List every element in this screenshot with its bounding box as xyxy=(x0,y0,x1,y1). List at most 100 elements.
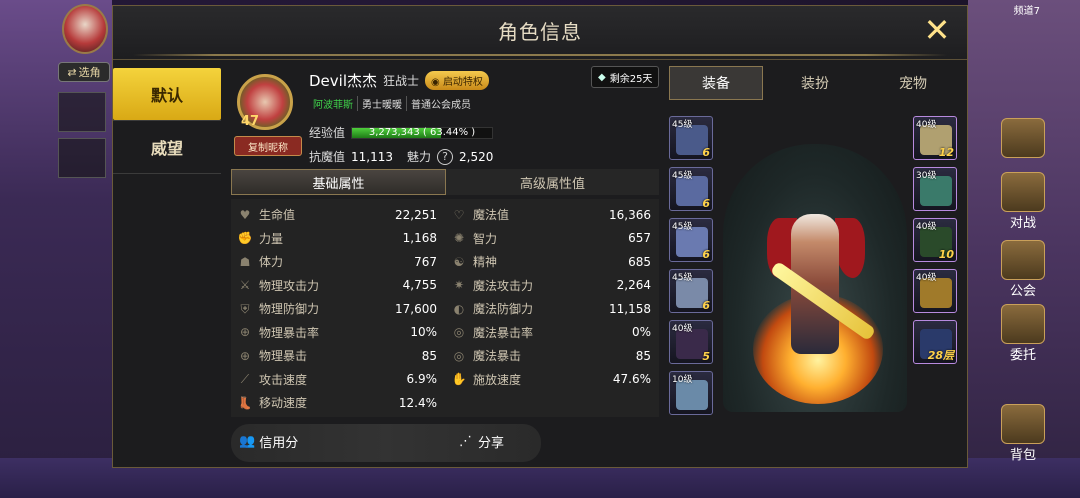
select-role-button[interactable]: ⇄ 选角 xyxy=(58,62,110,82)
attribute-row: ⊕ 物理暴击 85 xyxy=(231,344,445,368)
slot-count: 6 xyxy=(702,248,710,261)
attribute-label: 魔法值 xyxy=(473,208,510,223)
attribute-value: 17,600 xyxy=(395,301,437,316)
battle-label: 对战 xyxy=(1009,216,1036,231)
sword-icon: ⚔ xyxy=(239,278,251,293)
hud-item-guild[interactable]: 公会 xyxy=(998,240,1048,299)
equipment-tabs: 装备 装扮 宠物 xyxy=(669,66,959,100)
wing-right xyxy=(835,218,865,278)
player-avatar[interactable] xyxy=(62,4,108,54)
slot-count: 6 xyxy=(702,299,710,312)
equipment-slot-left[interactable]: 10级 xyxy=(669,371,713,415)
hud-item-battle[interactable]: 对战 xyxy=(998,172,1048,231)
attribute-label: 魔法攻击力 xyxy=(473,278,534,293)
guild-icon xyxy=(1001,240,1045,280)
hud-item-bag[interactable]: 背包 xyxy=(998,404,1048,463)
attribute-column-left: ♥ 生命值 22,251 ✊ 力量 1,168 ☗ 体力 767 ⚔ 物理攻击力 4,755 ⛨ 物理防御… xyxy=(231,203,445,415)
attribute-value: 4,755 xyxy=(402,278,437,293)
share-icon: ⋰ xyxy=(459,434,472,449)
tab-basic-attributes[interactable]: 基础属性 xyxy=(231,169,446,195)
slot-level: 40级 xyxy=(916,120,937,130)
attribute-row: ⟋ 攻击速度 6.9% xyxy=(231,368,445,392)
nav-item-default[interactable]: 默认 xyxy=(113,68,221,120)
resist-label: 抗魔值 xyxy=(309,150,346,164)
close-button[interactable]: ✕ xyxy=(919,12,955,48)
character-name: Devil杰杰 xyxy=(309,72,377,90)
shield-icon: ⛨ xyxy=(240,301,250,316)
equipment-slot-right[interactable]: 40级 10 xyxy=(913,218,957,262)
slot-count: 12 xyxy=(938,146,954,159)
attribute-row: ✋ 施放速度 47.6% xyxy=(445,368,659,392)
tab-outfit[interactable]: 装扮 xyxy=(769,66,861,100)
equipment-slot-left[interactable]: 40级 5 xyxy=(669,320,713,364)
tab-advanced-attributes[interactable]: 高级属性值 xyxy=(446,169,659,195)
charm-label: 魅力 xyxy=(407,150,432,164)
hud-item-deco[interactable] xyxy=(998,118,1048,158)
attribute-value: 10% xyxy=(410,325,437,340)
help-icon[interactable]: ? xyxy=(437,148,454,165)
equipment-slot-right[interactable]: 28层 xyxy=(913,320,957,364)
people-icon: 👥 xyxy=(239,434,256,449)
slot-level: 10级 xyxy=(672,375,693,385)
attribute-value: 6.9% xyxy=(406,372,438,387)
attribute-row: ☯ 精神 685 xyxy=(445,250,659,274)
copy-nickname-button[interactable]: 复制昵称 xyxy=(234,136,302,156)
attribute-label: 生命值 xyxy=(259,208,296,223)
character-model-stage[interactable] xyxy=(723,144,907,412)
attribute-row: 👢 移动速度 12.4% xyxy=(231,391,445,415)
header-divider xyxy=(133,54,947,56)
tags-row: 阿波菲斯 勇士暖暖 普通公会成员 xyxy=(309,96,475,111)
guild-role-tag: 普通公会成员 xyxy=(411,100,471,111)
team-member-slot[interactable] xyxy=(58,138,106,178)
team-member-slot[interactable] xyxy=(58,92,106,132)
remaining-days-badge[interactable]: ◆ 剩余25天 xyxy=(591,66,660,88)
attribute-label: 施放速度 xyxy=(473,372,522,387)
tab-pet[interactable]: 宠物 xyxy=(867,66,959,100)
boot-icon: 👢 xyxy=(237,395,253,410)
attribute-value: 22,251 xyxy=(395,207,437,222)
select-role-label: 选角 xyxy=(78,66,101,79)
equipment-slot-right[interactable]: 30级 xyxy=(913,167,957,211)
attribute-row: ◐ 魔法防御力 11,158 xyxy=(445,297,659,321)
equipment-slot-left[interactable]: 45级 6 xyxy=(669,218,713,262)
slot-level: 40级 xyxy=(672,324,693,334)
attribute-label: 魔法防御力 xyxy=(473,302,534,317)
equipment-slot-left[interactable]: 45级 6 xyxy=(669,116,713,160)
slot-level: 40级 xyxy=(916,222,937,232)
hud-item-commission[interactable]: 委托 xyxy=(998,304,1048,363)
guild-label: 公会 xyxy=(1009,284,1036,299)
nav-item-prestige[interactable]: 威望 xyxy=(113,121,221,173)
equipment-slot-right[interactable]: 40级 12 xyxy=(913,116,957,160)
close-icon: ✕ xyxy=(923,11,951,49)
credit-score-button[interactable]: 👥 信用分 xyxy=(239,432,298,451)
share-button[interactable]: ⋰ 分享 xyxy=(459,432,504,451)
charm-value: 2,520 xyxy=(459,149,494,164)
attribute-label: 物理防御力 xyxy=(259,302,320,317)
arm-icon: ✊ xyxy=(237,231,253,246)
crossed-swords-icon xyxy=(1001,172,1045,212)
attribute-row: ☗ 体力 767 xyxy=(231,250,445,274)
attribute-row: ✷ 魔法攻击力 2,264 xyxy=(445,274,659,298)
attribute-row: ⊕ 物理暴击率 10% xyxy=(231,321,445,345)
slot-level: 45级 xyxy=(672,171,693,181)
exp-row: 经验值 3,273,343 ( 63.44% ) xyxy=(309,124,494,141)
equipment-slot-right[interactable]: 40级 xyxy=(913,269,957,313)
attribute-value: 16,366 xyxy=(609,207,651,222)
attribute-value: 1,168 xyxy=(402,231,437,246)
target-icon: ◎ xyxy=(453,348,465,363)
equipment-slot-left[interactable]: 45级 6 xyxy=(669,167,713,211)
stat-row: 抗魔值 11,113 魅力 ? 2,520 xyxy=(309,148,501,165)
attribute-row: ◎ 魔法暴击率 0% xyxy=(445,321,659,345)
tab-equipment[interactable]: 装备 xyxy=(669,66,763,100)
heart-outline-icon: ♡ xyxy=(453,207,465,222)
attribute-value: 685 xyxy=(628,254,651,269)
nav-item-label: 威望 xyxy=(150,139,183,158)
equipment-slot-left[interactable]: 45级 6 xyxy=(669,269,713,313)
slot-level: 45级 xyxy=(672,222,693,232)
attribute-grid: ♥ 生命值 22,251 ✊ 力量 1,168 ☗ 体力 767 ⚔ 物理攻击力 4,755 ⛨ 物理防御… xyxy=(231,199,659,417)
exp-label: 经验值 xyxy=(309,126,346,140)
privilege-button[interactable]: ◉ 启动特权 xyxy=(425,71,489,90)
diamond-icon: ◆ xyxy=(598,71,606,83)
attribute-column-right: ♡ 魔法值 16,366 ✺ 智力 657 ☯ 精神 685 ✷ 魔法攻击力 2,264 ◐ 魔法防御力 1… xyxy=(445,203,659,391)
slot-count: 6 xyxy=(702,197,710,210)
